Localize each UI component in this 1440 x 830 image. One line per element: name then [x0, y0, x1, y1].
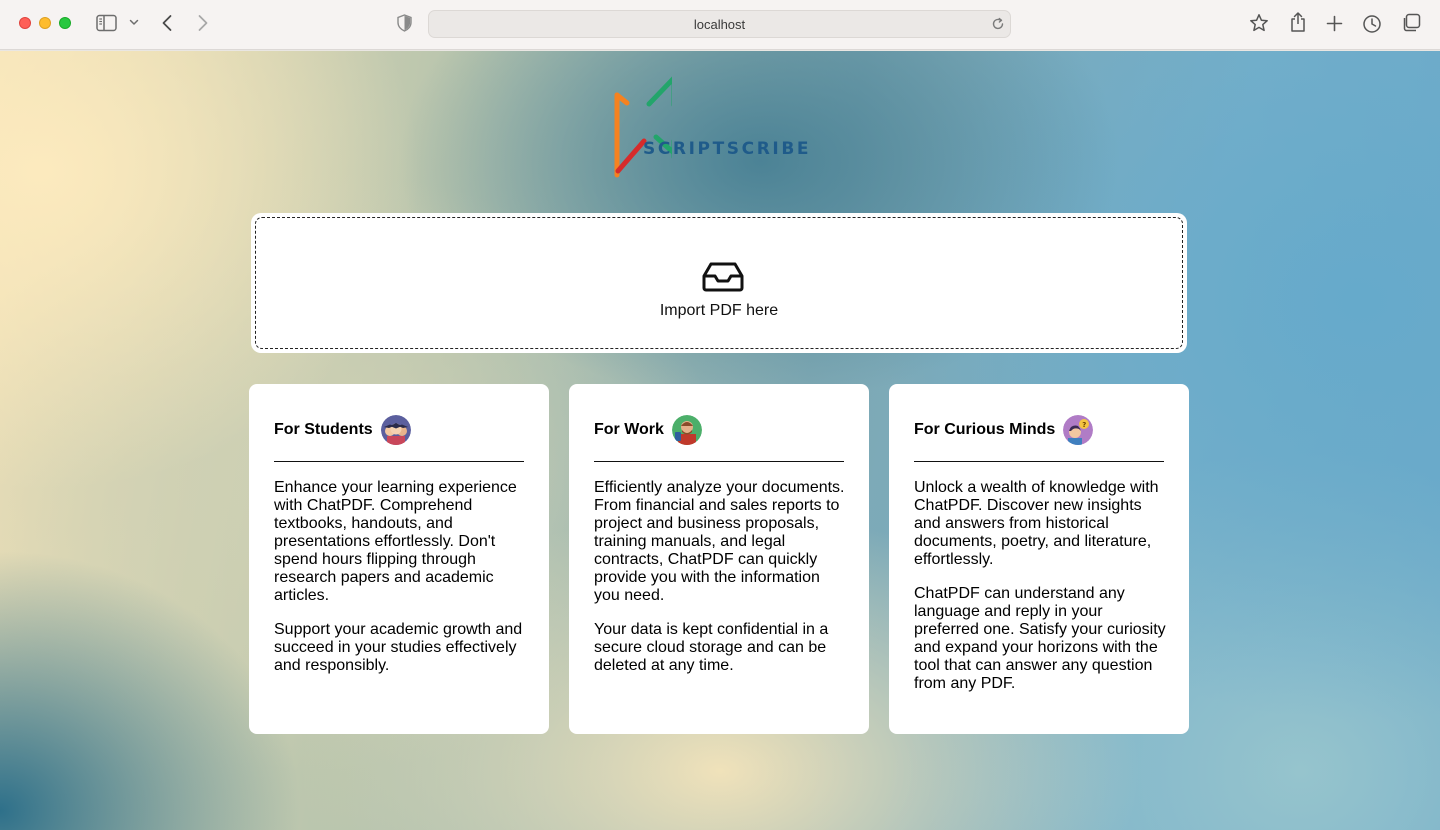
tabs-icon[interactable] — [1401, 13, 1421, 33]
curious-avatar-icon: ? — [1063, 415, 1094, 445]
sidebar-icon[interactable] — [96, 14, 117, 32]
share-icon[interactable] — [1289, 11, 1307, 33]
svg-text:?: ? — [1083, 421, 1087, 429]
pdf-dropzone[interactable]: Import PDF here — [255, 217, 1183, 349]
card-title: For Curious Minds — [914, 421, 1056, 438]
reload-icon[interactable] — [991, 17, 1005, 36]
scriptscribe-logo[interactable]: SCRIPTSCRIBE — [612, 75, 832, 179]
card-body: Unlock a wealth of knowledge with ChatPD… — [914, 479, 1166, 709]
card-paragraph: Support your academic growth and succeed… — [274, 621, 523, 674]
card-paragraph: Enhance your learning experience with Ch… — [274, 479, 517, 604]
address-url: localhost — [693, 17, 746, 32]
card-header: For Work — [594, 415, 702, 445]
page-background: SCRIPTSCRIBE Import PDF here For Student… — [0, 51, 1440, 830]
card-body: Enhance your learning experience with Ch… — [274, 479, 526, 691]
back-icon[interactable] — [161, 14, 173, 32]
card-paragraph: Unlock a wealth of knowledge with ChatPD… — [914, 479, 1159, 568]
students-avatar-icon — [380, 415, 411, 445]
import-panel: Import PDF here — [251, 213, 1187, 353]
card-body: Efficiently analyze your documents. From… — [594, 479, 846, 691]
plus-icon[interactable] — [1326, 15, 1343, 32]
card-paragraph: ChatPDF can understand any language and … — [914, 585, 1166, 692]
card-divider — [914, 461, 1164, 462]
forward-icon[interactable] — [197, 14, 209, 32]
worker-avatar-icon — [671, 415, 702, 445]
card-paragraph: Efficiently analyze your documents. From… — [594, 479, 845, 604]
close-window-button[interactable] — [19, 17, 31, 29]
history-icon[interactable] — [1362, 14, 1382, 34]
inbox-icon — [702, 262, 744, 297]
zoom-window-button[interactable] — [59, 17, 71, 29]
shield-icon[interactable] — [397, 14, 412, 32]
browser-toolbar: localhost — [0, 0, 1440, 50]
curious-minds-card: For Curious Minds ? Unlock a wealth of k… — [889, 384, 1189, 734]
card-title: For Students — [274, 421, 373, 438]
logo-mark-icon — [614, 75, 677, 178]
card-paragraph: Your data is kept confidential in a secu… — [594, 621, 829, 674]
card-header: For Students — [274, 415, 411, 445]
logo-text: SCRIPTSCRIBE — [643, 139, 812, 159]
students-card: For Students Enhance your learning exper… — [249, 384, 549, 734]
card-title: For Work — [594, 421, 664, 438]
address-bar[interactable]: localhost — [428, 10, 1011, 38]
card-header: For Curious Minds ? — [914, 415, 1094, 445]
chevron-down-icon[interactable] — [129, 19, 139, 26]
star-icon[interactable] — [1249, 13, 1269, 33]
card-divider — [274, 461, 524, 462]
work-card: For Work Efficiently analyze your docume… — [569, 384, 869, 734]
minimize-window-button[interactable] — [39, 17, 51, 29]
card-divider — [594, 461, 844, 462]
import-pdf-label: Import PDF here — [659, 302, 779, 319]
